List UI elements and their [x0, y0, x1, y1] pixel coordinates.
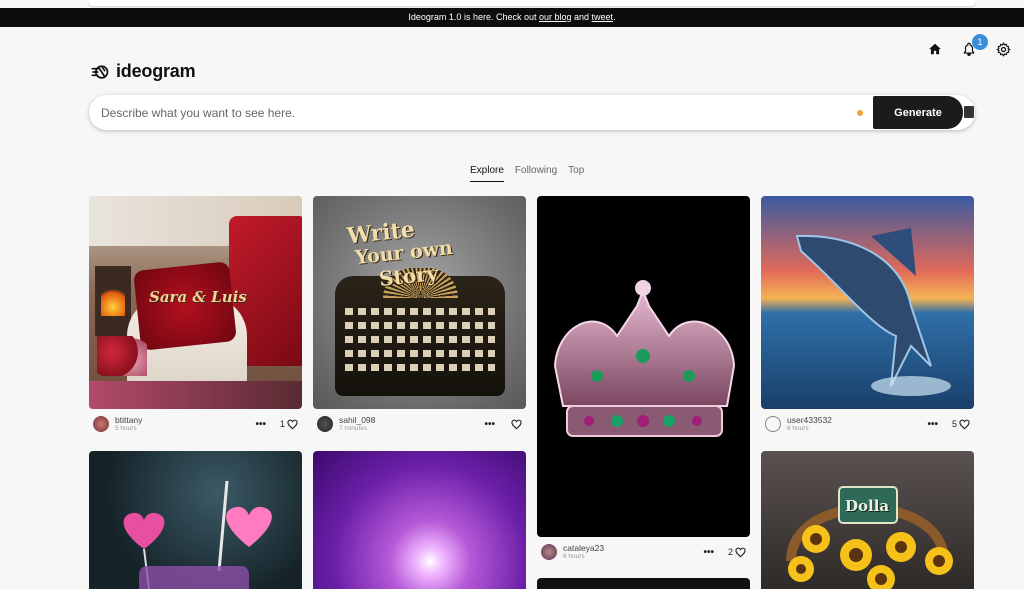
feed-card[interactable]: [313, 451, 526, 589]
notification-badge: 1: [972, 34, 988, 50]
like-button[interactable]: 1: [280, 419, 298, 430]
card-username[interactable]: btittany: [115, 415, 255, 425]
feed-card[interactable]: cataleya23 6 hours ••• 2: [537, 196, 750, 567]
feed-card[interactable]: Write Your own Story sahil_098 7 minutes …: [313, 196, 526, 439]
card-username[interactable]: user433532: [787, 415, 927, 425]
card-time: 5 hours: [115, 425, 137, 433]
settings-toggle-handle[interactable]: [964, 106, 974, 118]
card-time: 8 hours: [787, 425, 809, 433]
feed-card[interactable]: [89, 451, 302, 589]
card-meta: user433532 8 hours ••• 5: [761, 409, 974, 439]
banner-tweet-link[interactable]: tweet: [592, 12, 614, 22]
like-count: 2: [727, 547, 733, 557]
basket-text: Dolla: [845, 497, 890, 515]
prompt-input[interactable]: [89, 105, 857, 120]
avatar[interactable]: [317, 416, 333, 432]
announcement-banner: Ideogram 1.0 is here. Check out our blog…: [0, 8, 1024, 27]
sunflower-basket-artwork: [786, 486, 953, 589]
status-dot: [857, 109, 863, 116]
like-button[interactable]: [509, 419, 522, 430]
prompt-bar: Generate: [89, 95, 975, 130]
feed-card[interactable]: Sara & Luis btittany 5 hours ••• 1: [89, 196, 302, 439]
feed-card[interactable]: Dolla: [761, 451, 974, 589]
like-count: 1: [279, 419, 285, 429]
card-image[interactable]: [89, 451, 302, 589]
banner-text: Ideogram 1.0 is here. Check out: [408, 12, 539, 22]
tab-top[interactable]: Top: [568, 165, 584, 182]
more-options-icon[interactable]: •••: [927, 419, 938, 430]
pillow-text: Sara & Luis: [149, 288, 247, 306]
crown-artwork: [553, 280, 736, 437]
card-image[interactable]: Dolla: [761, 451, 974, 589]
generate-button[interactable]: Generate: [873, 96, 963, 129]
heart-lollipop-artwork: [123, 480, 272, 589]
banner-text-mid: and: [571, 12, 592, 22]
banner-text-post: .: [613, 12, 616, 22]
user-icon[interactable]: [765, 416, 781, 432]
card-image[interactable]: [313, 451, 526, 589]
logo-text: ideogram: [116, 61, 196, 81]
avatar[interactable]: [93, 416, 109, 432]
top-nav: 1: [926, 34, 1012, 58]
card-time: 6 hours: [563, 553, 585, 561]
feed-card[interactable]: user433532 8 hours ••• 5: [761, 196, 974, 439]
card-image[interactable]: [761, 196, 974, 409]
card-meta: sahil_098 7 minutes •••: [313, 409, 526, 439]
more-options-icon[interactable]: •••: [703, 547, 714, 558]
more-options-icon[interactable]: •••: [255, 419, 266, 430]
heart-icon: [287, 419, 298, 429]
card-image[interactable]: Write Your own Story: [313, 196, 526, 409]
card-meta: btittany 5 hours ••• 1: [89, 409, 302, 439]
heart-icon: [511, 419, 522, 429]
like-button[interactable]: 2: [728, 547, 746, 558]
top-strip: [88, 0, 976, 6]
bell-icon[interactable]: 1: [960, 34, 988, 58]
logo-icon: [91, 64, 109, 79]
fish-artwork: [795, 228, 951, 396]
logo[interactable]: ideogram: [90, 61, 196, 82]
like-count: 5: [951, 419, 957, 429]
tab-explore[interactable]: Explore: [470, 165, 504, 182]
card-image[interactable]: [537, 578, 750, 589]
card-meta: cataleya23 6 hours ••• 2: [537, 537, 750, 567]
heart-icon: [735, 547, 746, 557]
like-button[interactable]: 5: [952, 419, 970, 430]
card-username[interactable]: sahil_098: [339, 415, 484, 425]
card-username[interactable]: cataleya23: [563, 543, 703, 553]
gear-icon[interactable]: [994, 40, 1012, 58]
heart-icon: [959, 419, 970, 429]
feed-tabs: Explore Following Top: [470, 165, 584, 182]
card-image[interactable]: [537, 196, 750, 537]
banner-blog-link[interactable]: our blog: [539, 12, 572, 22]
card-time: 7 minutes: [339, 425, 368, 433]
avatar[interactable]: [541, 544, 557, 560]
more-options-icon[interactable]: •••: [484, 419, 495, 430]
feed-card[interactable]: [537, 578, 750, 589]
card-image[interactable]: Sara & Luis: [89, 196, 302, 409]
home-icon[interactable]: [926, 40, 944, 58]
tab-following[interactable]: Following: [515, 165, 557, 182]
